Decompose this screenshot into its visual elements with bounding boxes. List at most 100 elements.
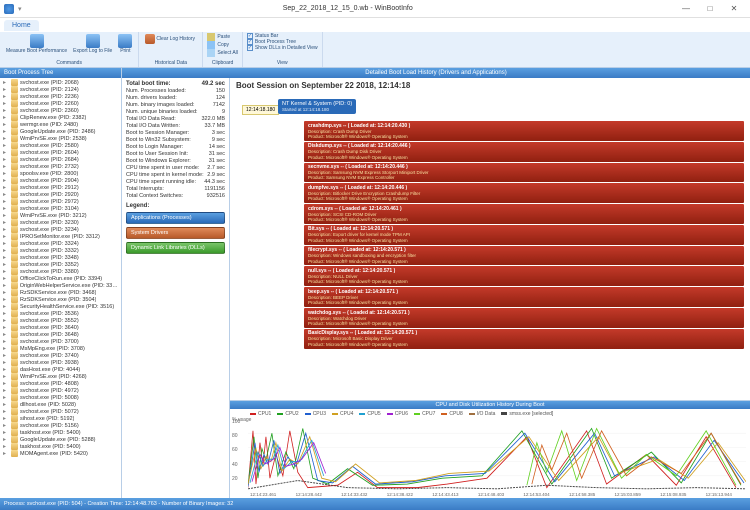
export-log-button[interactable]: Export Log to File [71, 33, 114, 55]
expand-icon[interactable]: ▸ [3, 289, 9, 296]
expand-icon[interactable]: ▸ [3, 415, 9, 422]
tree-item[interactable]: ▸svchost.exe (PID: 2068) [1, 79, 120, 86]
expand-icon[interactable]: ▸ [3, 373, 9, 380]
expand-icon[interactable]: ▸ [3, 114, 9, 121]
copy-button[interactable]: Copy [207, 41, 229, 49]
expand-icon[interactable]: ▸ [3, 324, 9, 331]
expand-icon[interactable]: ▸ [3, 366, 9, 373]
tree-item[interactable]: ▸svchost.exe (PID: 2684) [1, 156, 120, 163]
tree-item[interactable]: ▸GoogleUpdate.exe (PID: 5288) [1, 436, 120, 443]
tree-item[interactable]: ▸IPROSetMonitor.exe (PID: 3312) [1, 233, 120, 240]
tree-item[interactable]: ▸MOMAgent.exe (PID: 5420) [1, 450, 120, 457]
driver-box[interactable]: secnvme.sys -- ( Loaded at: 12:14:20.446… [304, 163, 744, 183]
tree-item[interactable]: ▸svchost.exe (PID: 2920) [1, 191, 120, 198]
expand-icon[interactable]: ▸ [3, 142, 9, 149]
expand-icon[interactable]: ▸ [3, 345, 9, 352]
expand-icon[interactable]: ▸ [3, 359, 9, 366]
process-tree[interactable]: ▸svchost.exe (PID: 2068)▸svchost.exe (PI… [0, 78, 121, 498]
measure-boot-button[interactable]: Measure Boot Performance [4, 33, 69, 55]
tree-item[interactable]: ▸dllhost.exe (PID: 5028) [1, 401, 120, 408]
tree-item[interactable]: ▸svchost.exe (PID: 2580) [1, 142, 120, 149]
driver-box[interactable]: crashdmp.sys -- ( Loaded at: 12:14:20.43… [304, 121, 744, 141]
expand-icon[interactable]: ▸ [3, 233, 9, 240]
tree-item[interactable]: ▸svchost.exe (PID: 2124) [1, 86, 120, 93]
tree-item[interactable]: ▸WmiPrvSE.exe (PID: 3212) [1, 212, 120, 219]
driver-box[interactable]: Diskdump.sys -- ( Loaded at: 12:14:20.44… [304, 142, 744, 162]
tree-item[interactable]: ▸WmiPrvSE.exe (PID: 2538) [1, 135, 120, 142]
expand-icon[interactable]: ▸ [3, 93, 9, 100]
expand-icon[interactable]: ▸ [3, 282, 9, 289]
tree-item[interactable]: ▸spoolsv.exe (PID: 2800) [1, 170, 120, 177]
tree-item[interactable]: ▸RzSDKService.exe (PID: 3504) [1, 296, 120, 303]
tree-item[interactable]: ▸svchost.exe (PID: 3648) [1, 331, 120, 338]
tree-item[interactable]: ▸svchost.exe (PID: 3700) [1, 338, 120, 345]
tree-item[interactable]: ▸svchost.exe (PID: 5008) [1, 394, 120, 401]
tree-item[interactable]: ▸sihost.exe (PID: 5192) [1, 415, 120, 422]
tree-item[interactable]: ▸svchost.exe (PID: 3938) [1, 359, 120, 366]
expand-icon[interactable]: ▸ [3, 198, 9, 205]
tree-item[interactable]: ▸OriginWebHelperService.exe (PID: 3396) [1, 282, 120, 289]
expand-icon[interactable]: ▸ [3, 100, 9, 107]
tab-home[interactable]: Home [4, 20, 39, 31]
maximize-button[interactable]: □ [698, 2, 722, 16]
tree-item[interactable]: ▸svchost.exe (PID: 2912) [1, 184, 120, 191]
tree-item[interactable]: ▸taskhost.exe (PID: 5400) [1, 429, 120, 436]
tree-item[interactable]: ▸svchost.exe (PID: 3640) [1, 324, 120, 331]
tree-item[interactable]: ▸svchost.exe (PID: 2604) [1, 149, 120, 156]
expand-icon[interactable]: ▸ [3, 450, 9, 457]
tree-item[interactable]: ▸svchost.exe (PID: 3380) [1, 268, 120, 275]
chart-plot[interactable]: % usage 100 80 60 40 20 [248, 419, 746, 490]
expand-icon[interactable]: ▸ [3, 310, 9, 317]
tree-item[interactable]: ▸svchost.exe (PID: 3536) [1, 310, 120, 317]
expand-icon[interactable]: ▸ [3, 317, 9, 324]
tree-item[interactable]: ▸svchost.exe (PID: 4972) [1, 387, 120, 394]
tree-item[interactable]: ▸svchost.exe (PID: 5072) [1, 408, 120, 415]
expand-icon[interactable]: ▸ [3, 149, 9, 156]
tree-item[interactable]: ▸svchost.exe (PID: 2904) [1, 177, 120, 184]
tree-item[interactable]: ▸OfficeClickToRun.exe (PID: 3394) [1, 275, 120, 282]
driver-box[interactable]: filecrypt.sys -- ( Loaded at: 12:14:20.5… [304, 246, 744, 266]
expand-icon[interactable]: ▸ [3, 170, 9, 177]
expand-icon[interactable]: ▸ [3, 296, 9, 303]
driver-box[interactable]: cdrom.sys -- ( Loaded at: 12:14:20.461 )… [304, 204, 744, 224]
expand-icon[interactable]: ▸ [3, 240, 9, 247]
driver-box[interactable]: dumpfve.sys -- ( Loaded at: 12:14:20.446… [304, 183, 744, 203]
expand-icon[interactable]: ▸ [3, 247, 9, 254]
expand-icon[interactable]: ▸ [3, 261, 9, 268]
expand-icon[interactable]: ▸ [3, 338, 9, 345]
tree-item[interactable]: ▸svchost.exe (PID: 3352) [1, 261, 120, 268]
driver-box[interactable]: BasicDisplay.sys -- ( Loaded at: 12:14:2… [304, 329, 744, 349]
expand-icon[interactable]: ▸ [3, 121, 9, 128]
expand-icon[interactable]: ▸ [3, 254, 9, 261]
print-button[interactable]: Print [116, 33, 134, 55]
expand-icon[interactable]: ▸ [3, 191, 9, 198]
tree-item[interactable]: ▸svchost.exe (PID: 2260) [1, 100, 120, 107]
tree-item[interactable]: ▸ClipRenew.exe (PID: 2382) [1, 114, 120, 121]
tree-item[interactable]: ▸svchost.exe (PID: 3740) [1, 352, 120, 359]
expand-icon[interactable]: ▸ [3, 79, 9, 86]
tree-item[interactable]: ▸svchost.exe (PID: 3348) [1, 254, 120, 261]
expand-icon[interactable]: ▸ [3, 352, 9, 359]
expand-icon[interactable]: ▸ [3, 177, 9, 184]
tree-item[interactable]: ▸WmiPrvSE.exe (PID: 4268) [1, 373, 120, 380]
driver-box[interactable]: beep.sys -- ( Loaded at: 12:14:20.571 )D… [304, 287, 744, 307]
expand-icon[interactable]: ▸ [3, 401, 9, 408]
tree-item[interactable]: ▸svchost.exe (PID: 2972) [1, 198, 120, 205]
expand-icon[interactable]: ▸ [3, 275, 9, 282]
close-button[interactable]: ✕ [722, 2, 746, 16]
expand-icon[interactable]: ▸ [3, 226, 9, 233]
kernel-box[interactable]: NT Kernel & System (PID: 0) Started at 1… [278, 99, 356, 114]
tree-item[interactable]: ▸svchost.exe (PID: 2360) [1, 107, 120, 114]
driver-box[interactable]: null.sys -- ( Loaded at: 12:14:20.571 )D… [304, 266, 744, 286]
paste-button[interactable]: Paste [207, 33, 230, 41]
tree-item[interactable]: ▸svchost.exe (PID: 5156) [1, 422, 120, 429]
expand-icon[interactable]: ▸ [3, 394, 9, 401]
tree-item[interactable]: ▸svchost.exe (PID: 2732) [1, 163, 120, 170]
driver-box[interactable]: watchdog.sys -- ( Loaded at: 12:14:20.57… [304, 308, 744, 328]
expand-icon[interactable]: ▸ [3, 212, 9, 219]
expand-icon[interactable]: ▸ [3, 86, 9, 93]
expand-icon[interactable]: ▸ [3, 107, 9, 114]
tree-item[interactable]: ▸SecurityHealthService.exe (PID: 3516) [1, 303, 120, 310]
expand-icon[interactable]: ▸ [3, 429, 9, 436]
select-all-button[interactable]: Select All [207, 49, 238, 57]
